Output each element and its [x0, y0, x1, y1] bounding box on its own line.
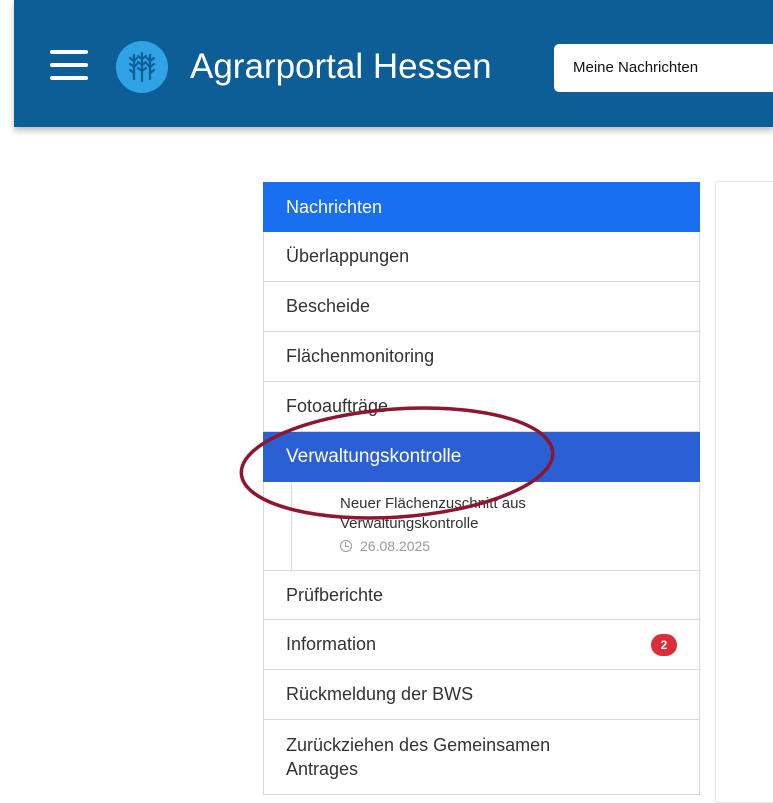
nav-item-ueberlappungen[interactable]: Überlappungen — [263, 232, 700, 282]
my-messages-button[interactable]: Meine Nachrichten — [554, 44, 773, 92]
message-entry[interactable]: Neuer Flächenzuschnitt aus Verwaltungsko… — [263, 482, 700, 570]
nav-item-label: Flächenmonitoring — [286, 346, 435, 366]
message-date: 26.08.2025 — [340, 538, 679, 554]
nav-item-label: Verwaltungskontrolle — [286, 445, 462, 467]
nav-item-nachrichten[interactable]: Nachrichten — [263, 182, 700, 232]
nav-item-label: Bescheide — [286, 296, 371, 316]
wheat-logo-icon — [116, 41, 168, 93]
nav-item-label: Fotoaufträge — [286, 396, 389, 416]
nav-item-fotoauftraege[interactable]: Fotoaufträge — [263, 382, 700, 432]
unread-count-badge: 2 — [651, 633, 677, 656]
nav-item-label: Information — [286, 634, 377, 654]
nav-item-label: Prüfberichte — [286, 584, 384, 605]
sidebar-nav: Nachrichten Überlappungen Bescheide Fläc… — [263, 182, 700, 795]
nav-item-verwaltungskontrolle[interactable]: Verwaltungskontrolle — [263, 432, 700, 482]
nav-item-label: Zurückziehen des Gemeinsamen Antrages — [286, 735, 551, 779]
nav-item-label: Nachrichten — [286, 196, 383, 217]
nav-item-label: Rückmeldung der BWS — [286, 684, 474, 704]
clock-icon — [340, 540, 352, 552]
nav-item-pruefberichte[interactable]: Prüfberichte — [263, 570, 700, 620]
message-date-text: 26.08.2025 — [360, 538, 431, 554]
message-title: Neuer Flächenzuschnitt aus Verwaltungsko… — [340, 495, 526, 532]
hamburger-menu-icon[interactable] — [50, 50, 90, 84]
nav-item-information[interactable]: Information 2 — [263, 620, 700, 670]
nav-item-label: Überlappungen — [286, 246, 410, 266]
nav-item-rueckmeldung-bws[interactable]: Rückmeldung der BWS — [263, 670, 700, 720]
app-title: Agrarportal Hessen — [190, 47, 492, 86]
content-panel — [715, 181, 773, 803]
nav-item-bescheide[interactable]: Bescheide — [263, 282, 700, 332]
nav-item-zurueckziehen-antrag[interactable]: Zurückziehen des Gemeinsamen Antrages — [263, 720, 700, 795]
nav-item-flaechenmonitoring[interactable]: Flächenmonitoring — [263, 332, 700, 382]
